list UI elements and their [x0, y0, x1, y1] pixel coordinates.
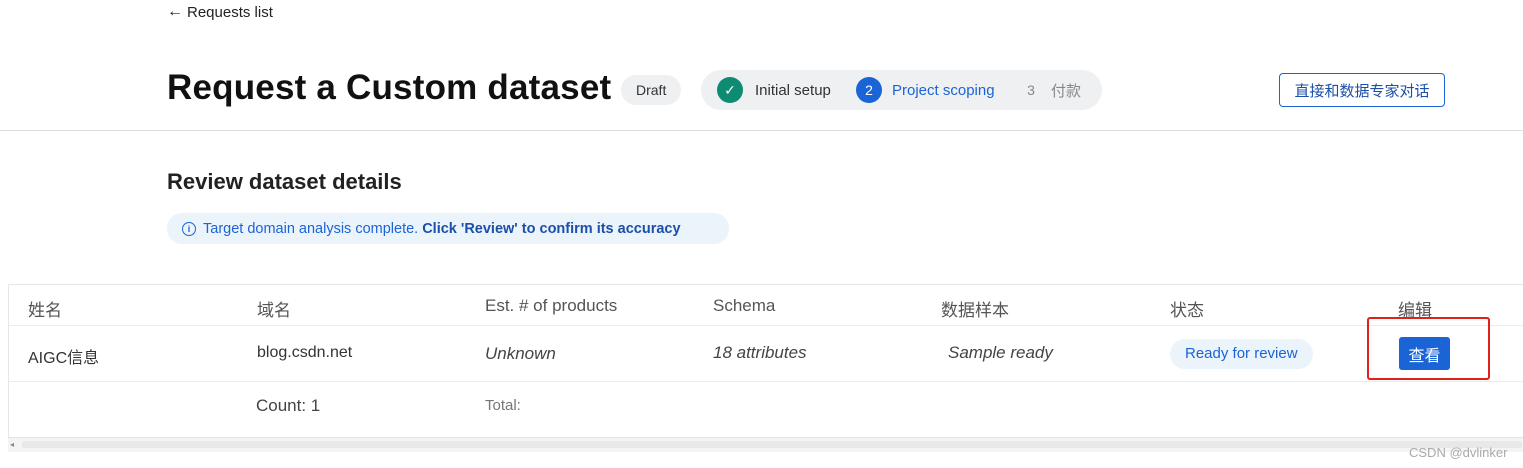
step-label: Project scoping: [892, 81, 995, 99]
column-header-schema: Schema: [713, 296, 776, 315]
cell-name: AIGC信息: [28, 350, 100, 367]
banner-text: Target domain analysis complete.: [203, 220, 419, 237]
arrow-left-icon: ←: [167, 3, 183, 20]
header-divider: [0, 130, 1523, 131]
cell-products: Unknown: [485, 344, 556, 363]
row-count: Count: 1: [256, 396, 321, 415]
cell-sample: Sample ready: [948, 343, 1053, 362]
highlight-annotation: [1367, 317, 1490, 380]
column-header-products: Est. # of products: [485, 296, 618, 315]
column-header-name: 姓名: [28, 301, 62, 320]
back-link-label: Requests list: [187, 3, 273, 21]
dataset-table: 姓名 域名 Est. # of products Schema 数据样本 状态 …: [8, 284, 1523, 452]
progress-stepper: ✓ Initial setup 2 Project scoping 3 付款: [701, 70, 1102, 110]
talk-to-expert-button[interactable]: 直接和数据专家对话: [1279, 73, 1445, 107]
step-label: 付款: [1051, 82, 1082, 100]
step-number: 2: [856, 77, 882, 103]
status-badge: Ready for review: [1170, 339, 1313, 369]
column-header-domain: 域名: [257, 301, 291, 320]
step-label: Initial setup: [755, 81, 831, 99]
scrollbar-thumb[interactable]: [22, 441, 1522, 448]
step-initial-setup[interactable]: ✓ Initial setup: [717, 77, 831, 103]
scroll-left-icon[interactable]: ◂: [10, 440, 19, 449]
horizontal-scrollbar[interactable]: ◂: [8, 437, 1523, 452]
info-icon: i: [182, 221, 196, 236]
column-header-sample: 数据样本: [941, 301, 1009, 320]
step-payment[interactable]: 3 付款: [1023, 77, 1081, 103]
banner-cta-text: Click 'Review' to confirm its accuracy: [422, 220, 681, 237]
cell-domain: blog.csdn.net: [257, 344, 353, 361]
step-number: 3: [1027, 82, 1035, 98]
cell-schema: 18 attributes: [713, 343, 807, 362]
status-badge: Draft: [621, 75, 682, 105]
header-row-divider: [9, 325, 1523, 326]
step-project-scoping[interactable]: 2 Project scoping: [856, 77, 995, 103]
info-banner: i Target domain analysis complete. Click…: [167, 213, 729, 244]
checkmark-icon: ✓: [717, 77, 743, 103]
data-row-divider: [9, 381, 1523, 382]
watermark: CSDN @dvlinker: [1409, 445, 1508, 460]
section-title: Review dataset details: [167, 169, 402, 194]
back-to-requests-link[interactable]: ← Requests list: [167, 3, 273, 21]
column-header-status: 状态: [1170, 301, 1204, 320]
page-title: Request a Custom dataset: [167, 68, 612, 107]
total-label: Total:: [485, 397, 521, 414]
